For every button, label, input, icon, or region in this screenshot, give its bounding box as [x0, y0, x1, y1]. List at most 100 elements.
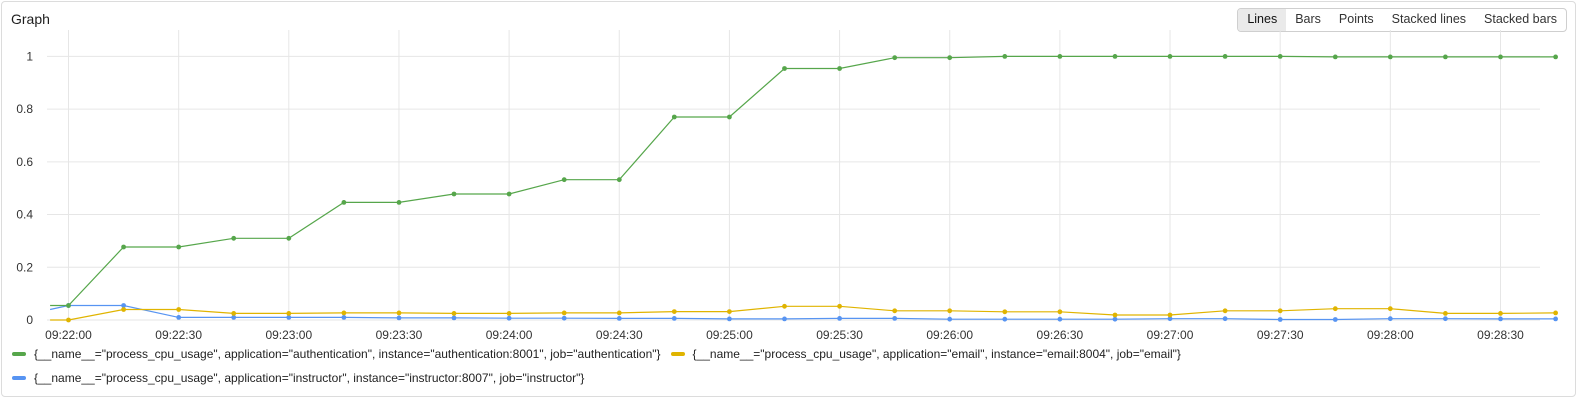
data-point-authentication	[506, 191, 512, 197]
data-point-instructor	[1277, 317, 1283, 322]
data-point-email	[616, 310, 622, 316]
data-point-instructor	[176, 315, 182, 320]
data-point-authentication	[1498, 54, 1503, 60]
data-point-authentication	[1387, 54, 1393, 60]
data-point-authentication	[837, 66, 842, 71]
data-point-instructor	[341, 315, 347, 320]
data-point-authentication	[121, 244, 126, 250]
data-point-email	[727, 309, 732, 314]
data-point-email	[286, 311, 292, 316]
data-point-instructor	[451, 315, 457, 321]
data-point-email	[1057, 309, 1063, 315]
data-point-email	[892, 308, 898, 314]
x-tick-label: 09:22:30	[155, 328, 202, 342]
data-point-authentication	[286, 235, 292, 241]
data-point-email	[1167, 312, 1173, 318]
series-line-authentication	[50, 55, 1556, 307]
data-point-email	[671, 309, 677, 314]
legend-item-instructor[interactable]: {__name__="process_cpu_usage", applicati…	[12, 371, 584, 385]
x-tick-label: 09:24:30	[596, 328, 643, 342]
legend-item-email[interactable]: {__name__="process_cpu_usage", applicati…	[670, 347, 1181, 361]
x-tick-label: 09:27:00	[1147, 328, 1194, 342]
data-point-instructor	[837, 316, 842, 321]
data-point-authentication	[1332, 54, 1338, 60]
data-point-instructor	[1057, 316, 1063, 322]
data-point-email	[451, 311, 457, 316]
x-tick-label: 09:24:00	[486, 328, 533, 342]
data-point-authentication	[1112, 54, 1118, 59]
data-point-authentication	[947, 55, 953, 61]
x-tick-label: 09:25:00	[706, 328, 753, 342]
data-point-authentication	[1222, 54, 1228, 59]
series-line-instructor	[49, 304, 1556, 321]
data-point-authentication	[1553, 54, 1558, 60]
data-point-authentication	[66, 303, 71, 308]
data-point-email	[66, 317, 71, 323]
legend-label-email: {__name__="process_cpu_usage", applicati…	[692, 347, 1181, 361]
data-point-email	[1498, 311, 1503, 316]
data-point-authentication	[451, 191, 457, 197]
data-point-email	[947, 308, 953, 314]
legend-row-1: {__name__="process_cpu_usage", applicati…	[12, 347, 1191, 361]
data-point-email	[176, 307, 182, 312]
x-tick-label: 09:28:30	[1477, 328, 1524, 342]
line-chart: 0 0.2 0.4 0.6 0.8 1 09:22:00 09:22:30 09:23:00 09…	[16, 30, 1558, 342]
legend-label-authentication: {__name__="process_cpu_usage", applicati…	[34, 347, 661, 361]
y-tick-label: 0.2	[16, 260, 33, 274]
y-tick-label: 0	[26, 313, 33, 327]
data-point-email	[506, 311, 512, 316]
data-point-instructor	[947, 316, 953, 322]
data-point-authentication	[727, 114, 732, 120]
data-point-email	[1553, 310, 1558, 316]
legend-label-instructor: {__name__="process_cpu_usage", applicati…	[34, 371, 585, 385]
data-point-authentication	[561, 177, 567, 183]
data-point-authentication	[1277, 54, 1283, 59]
data-point-email	[1443, 311, 1448, 316]
data-point-authentication	[1167, 54, 1173, 59]
x-tick-label: 09:22:00	[45, 328, 92, 342]
data-point-email	[837, 303, 842, 309]
data-point-authentication	[396, 200, 402, 205]
data-point-instructor	[1498, 316, 1503, 322]
legend-item-authentication[interactable]: {__name__="process_cpu_usage", applicati…	[12, 347, 661, 361]
y-tick-label: 0.4	[16, 208, 33, 222]
data-point-email	[561, 310, 567, 316]
data-point-instructor	[1387, 316, 1393, 322]
data-point-authentication	[176, 244, 182, 250]
y-tick-label: 0.8	[16, 102, 33, 116]
data-point-authentication	[1443, 54, 1448, 60]
x-tick-label: 09:23:00	[265, 328, 312, 342]
data-point-authentication	[341, 200, 347, 205]
data-point-instructor	[1002, 316, 1008, 322]
data-point-instructor	[1332, 317, 1338, 322]
legend-swatch-email	[670, 352, 685, 356]
x-tick-label: 09:27:30	[1257, 328, 1304, 342]
data-point-email	[396, 310, 402, 316]
data-point-email	[1387, 306, 1393, 312]
data-point-instructor	[1553, 316, 1558, 322]
x-tick-label: 09:23:30	[376, 328, 423, 342]
data-point-instructor	[782, 316, 787, 322]
data-point-email	[1277, 308, 1283, 314]
data-point-authentication	[1057, 54, 1063, 59]
x-tick-label: 09:25:30	[816, 328, 863, 342]
y-tick-label: 1	[26, 49, 33, 63]
data-point-email	[1332, 306, 1338, 312]
data-point-email	[231, 311, 237, 316]
data-point-email	[1002, 309, 1008, 315]
x-tick-label: 09:28:00	[1367, 328, 1414, 342]
legend-row-2: {__name__="process_cpu_usage", applicati…	[12, 371, 594, 385]
data-point-email	[121, 307, 126, 312]
data-point-email	[341, 310, 347, 316]
data-point-instructor	[671, 316, 677, 321]
y-tick-label: 0.6	[16, 155, 33, 169]
data-point-instructor	[506, 315, 512, 321]
data-point-authentication	[782, 66, 787, 71]
data-point-instructor	[561, 315, 567, 321]
data-point-instructor	[1443, 316, 1448, 322]
data-point-email	[1222, 308, 1228, 314]
data-point-email	[1112, 312, 1118, 318]
data-point-email	[782, 303, 787, 309]
data-point-instructor	[1112, 316, 1118, 322]
x-tick-label: 09:26:00	[926, 328, 973, 342]
